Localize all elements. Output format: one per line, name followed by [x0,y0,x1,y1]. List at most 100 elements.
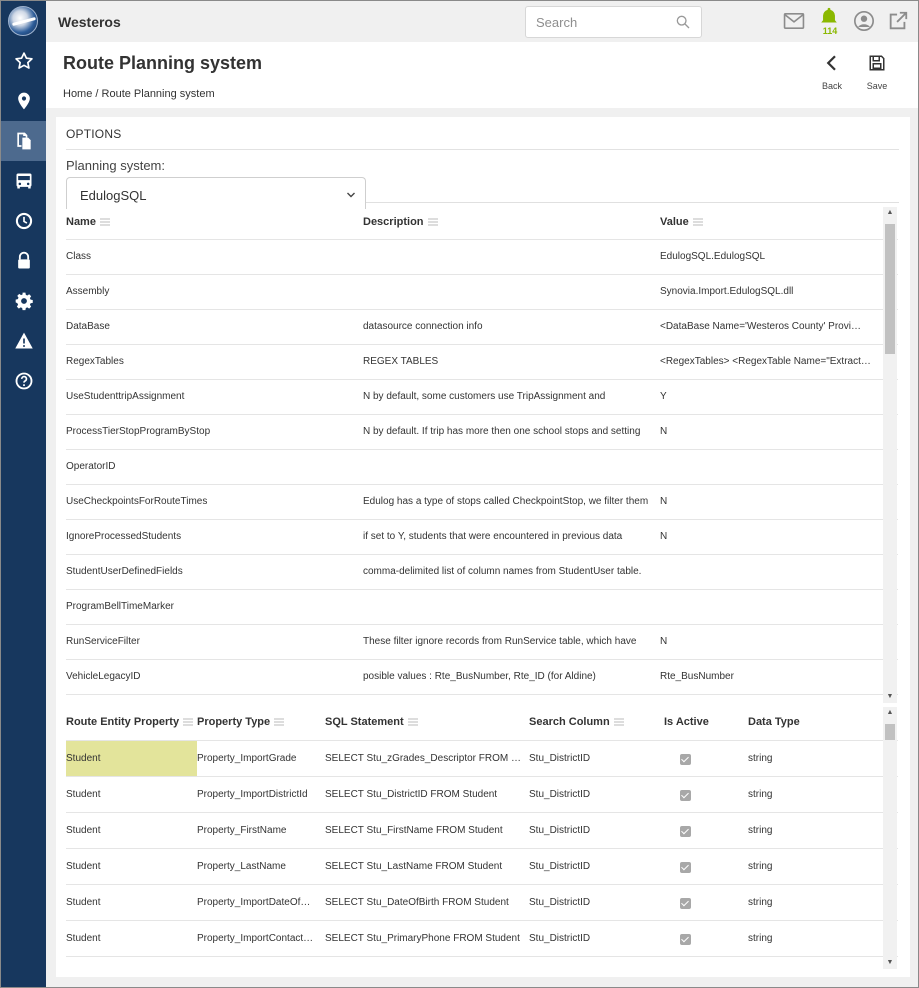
table-row[interactable]: OperatorID [66,450,898,485]
save-label: Save [866,81,888,91]
top-bar: Westeros 114 [46,1,918,42]
lock-icon [17,251,30,269]
sidebar-item-documents[interactable] [1,121,46,161]
sidebar-item-help[interactable] [1,361,46,401]
grid-header: Name Description Value [66,206,898,240]
search-input[interactable] [526,7,666,37]
table-row[interactable]: RunServiceFilter These filter ignore reco… [66,625,898,660]
column-menu-icon[interactable] [274,718,285,726]
search-icon[interactable] [675,14,691,30]
table-row[interactable]: StudentUserDefinedFields comma-delimited … [66,555,898,590]
column-menu-icon[interactable] [407,718,418,726]
options-title: OPTIONS [66,127,122,141]
column-header-value[interactable]: Value [660,216,703,228]
external-link-button[interactable] [886,9,910,33]
bell-icon [821,7,837,23]
sidebar-item-alerts[interactable] [1,321,46,361]
settings-grid: Name Description Value Class EdulogSQL.Ed… [66,206,898,697]
is-active-checkbox[interactable] [680,862,691,873]
table-row[interactable]: Student Property_ImportContact… SELECT S… [66,921,898,957]
route-entity-grid: Route Entity Property Property Type SQL … [66,706,898,966]
table-row[interactable]: ProgramBellTimeMarker [66,590,898,625]
help-icon [15,372,32,390]
scroll-down-arrow[interactable]: ▼ [885,958,895,968]
save-button[interactable]: Save [857,54,897,94]
settings-grid-body: Class EdulogSQL.EdulogSQL Assembly Synovia… [66,240,898,695]
scroll-up-arrow[interactable]: ▲ [885,208,895,218]
column-header-route-entity-property[interactable]: Route Entity Property [66,716,194,728]
chevron-left-icon [826,55,836,71]
is-active-checkbox[interactable] [680,790,691,801]
gear-icon [15,292,33,311]
table-row[interactable]: ProcessTierStopProgramByStop N by default… [66,415,898,450]
messages-button[interactable] [782,9,806,33]
column-menu-icon[interactable] [183,718,194,726]
is-active-checkbox[interactable] [680,898,691,909]
route-entity-grid-scrollbar[interactable]: ▲ ▼ [883,707,897,969]
app-window: Westeros 114 Route Planning system Home … [0,0,919,988]
table-row[interactable]: IgnoreProcessedStudents if set to Y, stud… [66,520,898,555]
table-row[interactable]: DataBase datasource connection info <DataB… [66,310,898,345]
profile-button[interactable] [852,9,876,33]
sidebar-item-locations[interactable] [1,81,46,121]
divider [66,149,899,150]
sidebar-item-settings[interactable] [1,281,46,321]
back-button[interactable]: Back [812,54,852,94]
bus-icon [16,173,31,189]
page-title: Route Planning system [63,53,263,73]
planning-system-label: Planning system: [66,158,165,173]
table-row[interactable]: Assembly Synovia.Import.EdulogSQL.dll [66,275,898,310]
column-header-data-type[interactable]: Data Type [748,716,800,728]
table-row[interactable]: Student Property_ImportDistrictId SELECT… [66,777,898,813]
sidebar-item-buses[interactable] [1,161,46,201]
table-row[interactable]: VehicleLegacyID posible values : Rte_BusN… [66,660,898,695]
column-header-property-type[interactable]: Property Type [197,716,285,728]
grid-header: Route Entity Property Property Type SQL … [66,706,898,741]
table-row[interactable]: Class EdulogSQL.EdulogSQL [66,240,898,275]
sidebar-item-security[interactable] [1,241,46,281]
scroll-thumb[interactable] [885,224,895,354]
breadcrumb[interactable]: Home / Route Planning system [63,88,215,100]
table-row[interactable]: Student Property_ImportDateOfB… SELECT S… [66,885,898,921]
table-row[interactable]: Student Property_LastName SELECT Stu_Las… [66,849,898,885]
scroll-thumb[interactable] [885,724,895,740]
column-header-name[interactable]: Name [66,216,110,228]
sidebar-item-history[interactable] [1,201,46,241]
divider [366,202,899,203]
is-active-checkbox[interactable] [680,754,691,765]
table-row[interactable]: RegexTables REGEX TABLES <RegexTables> <Re… [66,345,898,380]
table-row[interactable]: UseCheckpointsForRouteTimes Edulog has a … [66,485,898,520]
planning-system-value: EdulogSQL [80,188,147,203]
table-row[interactable]: UseStudenttripAssignment N by default, so… [66,380,898,415]
column-header-sql-statement[interactable]: SQL Statement [325,716,418,728]
app-name: Westeros [58,14,121,30]
column-header-description[interactable]: Description [363,216,438,228]
page-header: Route Planning system Home / Route Plann… [46,42,918,108]
map-pin-icon [17,92,30,110]
app-logo[interactable] [8,6,38,36]
column-header-search-column[interactable]: Search Column [529,716,624,728]
user-icon [854,11,874,31]
notification-count: 114 [822,26,838,36]
table-row[interactable]: Student Property_FirstName SELECT Stu_Fi… [66,813,898,849]
column-header-is-active[interactable]: Is Active [664,716,709,728]
sidebar-nav [1,1,46,987]
star-icon [14,52,33,69]
settings-grid-scrollbar[interactable]: ▲ ▼ [883,207,897,703]
column-menu-icon[interactable] [99,218,110,226]
column-menu-icon[interactable] [692,218,703,226]
scroll-down-arrow[interactable]: ▼ [885,692,895,702]
warning-icon [14,332,33,349]
search-box [525,6,702,38]
sidebar-item-favorites[interactable] [1,41,46,81]
planning-system-dropdown[interactable]: EdulogSQL [66,177,366,209]
column-menu-icon[interactable] [427,218,438,226]
scroll-up-arrow[interactable]: ▲ [885,708,895,718]
column-menu-icon[interactable] [613,718,624,726]
is-active-checkbox[interactable] [680,934,691,945]
is-active-checkbox[interactable] [680,826,691,837]
table-row[interactable]: Student Property_ImportGrade SELECT Stu_… [66,741,898,777]
back-label: Back [821,81,842,91]
chevron-down-icon [347,192,355,198]
documents-icon [16,132,31,150]
